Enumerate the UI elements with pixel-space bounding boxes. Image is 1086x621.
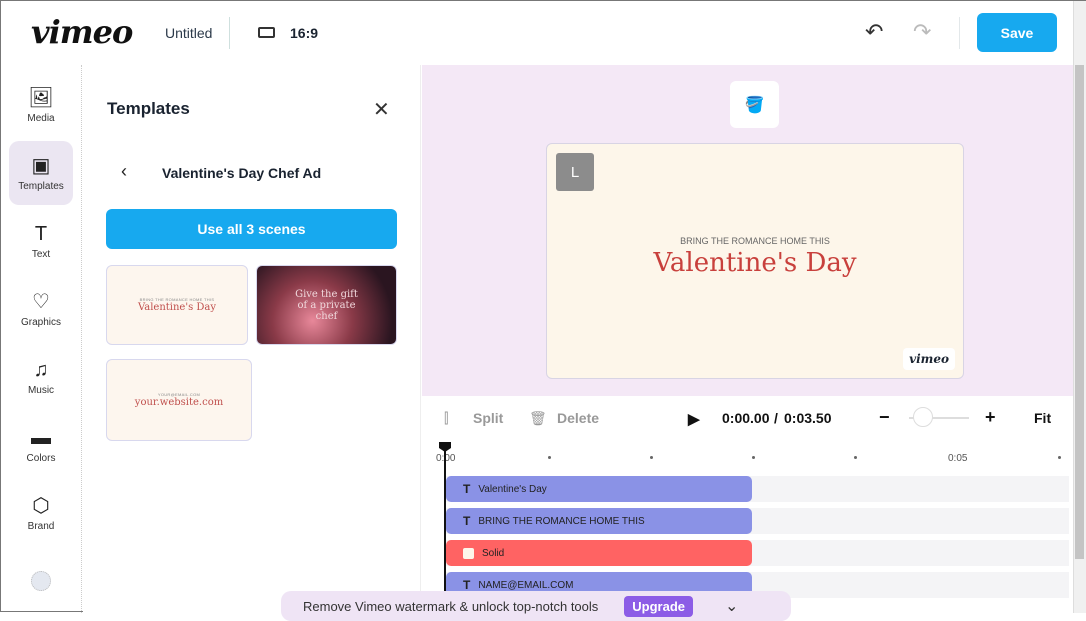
color-swatch-icon <box>463 547 474 559</box>
image-icon: 🖼 <box>28 87 54 109</box>
sidebar-item-label: Media <box>27 113 55 124</box>
ruler-tick <box>752 456 755 459</box>
text-clip[interactable]: T Valentine's Day <box>446 476 752 502</box>
text-clip[interactable]: T BRING THE ROMANCE HOME THIS <box>446 508 752 534</box>
grid-icon: ▣ <box>31 155 51 177</box>
template-name: Valentine's Day Chef Ad <box>162 165 322 181</box>
use-all-scenes-button[interactable]: Use all 3 scenes <box>106 209 397 249</box>
vimeo-logo[interactable]: vimeo <box>31 13 133 51</box>
clip-label: Solid <box>482 547 505 559</box>
ruler-tick <box>1058 456 1061 459</box>
delete-button[interactable]: Delete <box>557 410 599 426</box>
text-icon: T <box>463 482 471 496</box>
chevron-left-icon[interactable]: ‹ <box>121 161 127 182</box>
ruler-tick <box>548 456 551 459</box>
divider <box>959 17 960 49</box>
sidebar-item-label: Graphics <box>20 317 61 328</box>
preview-title[interactable]: Valentine's Day <box>547 248 963 278</box>
sidebar-item-brand[interactable]: ⬡ Brand <box>9 481 73 545</box>
sidebar-item-media[interactable]: 🖼 Media <box>9 73 73 137</box>
aspect-ratio-icon[interactable] <box>258 27 275 38</box>
ruler-tick <box>854 456 857 459</box>
zoom-out-icon[interactable]: − <box>879 407 890 428</box>
divider <box>229 17 230 49</box>
scene-thumbnail[interactable]: BRING THE ROMANCE HOME THIS Valentine's D… <box>106 265 248 345</box>
banner-text: Remove Vimeo watermark & unlock top-notc… <box>303 598 599 614</box>
scene-thumbnail[interactable]: Give the gift of a private chef <box>256 265 397 345</box>
thumb-title: Give the gift of a private chef <box>295 288 358 322</box>
duration: 0:03.50 <box>784 410 832 426</box>
vimeo-watermark: vimeo <box>903 348 955 370</box>
playhead[interactable] <box>444 442 446 613</box>
ruler-tick <box>650 456 653 459</box>
clip-label: NAME@EMAIL.COM <box>478 579 574 591</box>
brand-logo-placeholder[interactable]: L <box>556 153 594 191</box>
sidebar-item-graphics[interactable]: ♡ Graphics <box>9 277 73 341</box>
trash-icon[interactable]: 🗑 <box>529 410 547 427</box>
fit-button[interactable]: Fit <box>1034 410 1051 426</box>
thumb-title: Valentine's Day <box>137 302 217 313</box>
playhead-handle[interactable] <box>439 442 451 452</box>
chevron-down-icon[interactable]: ⌄ <box>725 596 738 616</box>
sidebar-item-label: Colors <box>26 453 56 464</box>
sidebar-item-templates[interactable]: ▣ Templates <box>9 141 73 205</box>
text-icon: T <box>463 578 471 592</box>
zoom-slider-handle[interactable] <box>913 407 933 427</box>
shapes-icon: ♡ <box>32 291 50 313</box>
solid-clip[interactable]: Solid <box>446 540 752 566</box>
split-icon[interactable]: ⫿ <box>444 410 448 427</box>
top-bar: vimeo Untitled 16:9 ↶ ↷ Save <box>1 1 1085 65</box>
zoom-in-icon[interactable]: + <box>985 407 996 428</box>
clip-label: Valentine's Day <box>478 483 547 495</box>
ruler-label: 0:05 <box>948 453 968 464</box>
undo-icon[interactable]: ↶ <box>865 19 883 45</box>
time-separator: / <box>774 410 778 426</box>
text-icon: T <box>34 223 48 245</box>
panel-title: Templates <box>107 99 190 118</box>
scrollbar-thumb[interactable] <box>1075 65 1084 559</box>
thumb-title: your.website.com <box>134 397 224 408</box>
project-title[interactable]: Untitled <box>165 25 212 41</box>
aspect-ratio-button[interactable]: 16:9 <box>290 25 318 41</box>
brand-icon: ⬡ <box>32 495 50 517</box>
templates-panel: Templates ✕ ‹ Valentine's Day Chef Ad Us… <box>83 65 421 613</box>
play-icon[interactable]: ▶ <box>688 410 700 428</box>
close-icon[interactable]: ✕ <box>373 97 390 122</box>
music-icon: ♫ <box>33 359 49 381</box>
sidebar-item-label: Music <box>27 385 55 396</box>
colors-icon: ▬ <box>31 427 51 449</box>
redo-icon[interactable]: ↷ <box>913 19 931 45</box>
split-button[interactable]: Split <box>473 410 503 426</box>
sidebar-item-label: Text <box>31 249 51 260</box>
sidebar: 🖼 Media ▣ Templates T Text ♡ Graphics ♫ Music… <box>1 65 82 613</box>
sidebar-item-colors[interactable]: ▬ Colors <box>9 413 73 477</box>
timeline: ⫿ Split 🗑 Delete ▶ 0:00.00 / 0:03.50 − +… <box>422 396 1073 613</box>
sidebar-item-label: Brand <box>27 521 55 532</box>
help-icon[interactable] <box>31 571 51 591</box>
upgrade-banner: Remove Vimeo watermark & unlock top-notc… <box>281 591 791 621</box>
paint-bucket-icon[interactable]: 🪣 <box>730 81 779 128</box>
video-preview[interactable]: L BRING THE ROMANCE HOME THIS Valentine'… <box>546 143 964 379</box>
scene-thumbnail[interactable]: YOUR@EMAIL.COM your.website.com <box>106 359 252 441</box>
sidebar-item-text[interactable]: T Text <box>9 209 73 273</box>
text-icon: T <box>463 514 471 528</box>
sidebar-item-music[interactable]: ♫ Music <box>9 345 73 409</box>
upgrade-button[interactable]: Upgrade <box>624 595 694 617</box>
current-time: 0:00.00 <box>722 410 770 426</box>
preview-subtitle[interactable]: BRING THE ROMANCE HOME THIS <box>547 236 963 246</box>
sidebar-item-label: Templates <box>18 181 64 192</box>
clip-label: BRING THE ROMANCE HOME THIS <box>478 515 645 527</box>
save-button[interactable]: Save <box>977 13 1057 52</box>
